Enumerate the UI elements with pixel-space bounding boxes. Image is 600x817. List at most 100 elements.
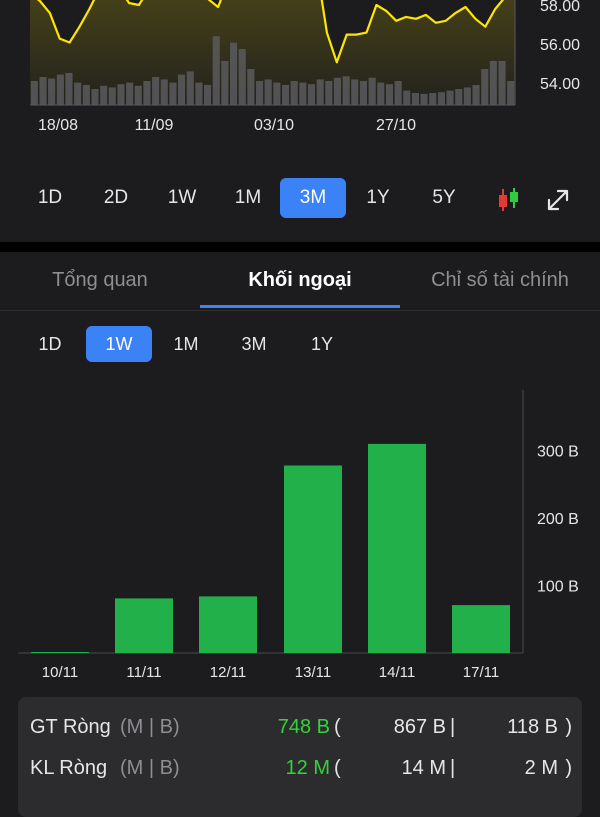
volume-bar <box>108 87 116 105</box>
net-value-paren-close: ) <box>565 716 572 738</box>
volume-bar <box>394 81 402 105</box>
volume-bar <box>446 90 454 105</box>
volume-bar <box>472 85 480 105</box>
flow-bar <box>368 443 426 653</box>
period-1d[interactable]: 1D <box>24 326 76 362</box>
volume-bar <box>134 85 142 105</box>
period-1y[interactable]: 1Y <box>296 326 348 362</box>
range-3m[interactable]: 3M <box>280 178 346 218</box>
volume-bar <box>256 81 264 105</box>
buy-value: 867 B <box>393 716 446 738</box>
volume-bar <box>342 76 350 105</box>
volume-bar <box>481 69 489 105</box>
flow-y-tick: 100 B <box>537 579 579 596</box>
tab-foreign-investors[interactable]: Khối ngoại <box>200 252 400 308</box>
volume-bar <box>463 87 471 105</box>
volume-bar <box>368 77 376 105</box>
price-x-tick: 27/10 <box>376 117 416 134</box>
net-stats-card: GT Ròng (M | B) 748 B ( 867 B | 118 B ) … <box>18 697 582 817</box>
net-value: 748 B <box>277 716 330 738</box>
net-volume-separator: | <box>450 757 456 779</box>
foreign-net-flow-chart[interactable]: 10/11 11/11 12/11 13/11 14/11 17/11 100 B 200 B… <box>0 380 600 685</box>
net-volume-paren-open: ( <box>334 757 341 779</box>
volume-bar <box>82 85 90 105</box>
volume-bar <box>420 93 428 105</box>
volume-bar <box>238 49 246 105</box>
volume-bar <box>489 61 497 105</box>
volume-bar <box>333 77 341 105</box>
volume-bar <box>437 92 445 105</box>
volume-bar <box>56 74 64 105</box>
flow-y-tick: 300 B <box>537 444 579 461</box>
range-1d[interactable]: 1D <box>24 178 76 218</box>
volume-bar <box>117 84 125 105</box>
net-value-label: GT Ròng <box>30 716 111 738</box>
flow-bar <box>115 598 173 653</box>
range-2d[interactable]: 2D <box>90 178 142 218</box>
volume-bar <box>325 81 333 105</box>
net-volume-row: KL Ròng (M | B) 12 M ( 14 M | 2 M ) <box>18 748 582 788</box>
volume-bar <box>351 79 359 105</box>
period-3m[interactable]: 3M <box>226 326 282 362</box>
flow-x-tick: 17/11 <box>463 664 499 681</box>
net-volume-label: KL Ròng <box>30 757 108 779</box>
net-value-unit: (M | B) <box>120 716 180 738</box>
flow-x-tick: 12/11 <box>210 664 246 681</box>
candlestick-icon[interactable] <box>494 186 522 214</box>
volume-bar <box>48 78 56 105</box>
range-5y[interactable]: 5Y <box>418 178 470 218</box>
net-value-separator: | <box>450 716 456 738</box>
volume-bar <box>30 81 38 105</box>
volume-bar <box>91 89 99 105</box>
expand-icon[interactable] <box>544 186 572 214</box>
flow-bar <box>452 605 510 653</box>
volume-bar <box>65 73 73 105</box>
volume-bar <box>299 82 307 105</box>
volume-bar <box>212 36 220 106</box>
range-1w[interactable]: 1W <box>156 178 208 218</box>
period-1w[interactable]: 1W <box>86 326 152 362</box>
volume-bar <box>359 81 367 105</box>
price-y-tick: 54.00 <box>540 76 580 93</box>
volume-bar <box>100 85 108 105</box>
flow-x-tick: 14/11 <box>379 664 415 681</box>
net-volume-paren-close: ) <box>565 757 572 779</box>
volume-bar <box>230 42 238 105</box>
volume-bar <box>507 81 515 105</box>
net-volume-unit: (M | B) <box>120 757 180 779</box>
flow-x-tick: 13/11 <box>295 664 331 681</box>
period-selector: 1D 1W 1M 3M 1Y <box>0 326 600 362</box>
active-tab-indicator <box>200 305 400 308</box>
volume-bar <box>282 85 290 105</box>
tab-financial-ratios[interactable]: Chỉ số tài chính <box>400 252 600 308</box>
volume-bar <box>221 61 229 105</box>
period-1m[interactable]: 1M <box>160 326 212 362</box>
tab-overview[interactable]: Tổng quan <box>0 252 200 308</box>
price-x-tick: 03/10 <box>254 117 294 134</box>
price-x-tick: 18/08 <box>38 117 78 134</box>
flow-bar <box>284 465 342 653</box>
volume-bar <box>169 82 177 105</box>
info-tabs: Tổng quan Khối ngoại Chỉ số tài chính <box>0 252 600 311</box>
volume-bar <box>429 93 437 105</box>
sell-volume: 2 M <box>524 757 558 779</box>
volume-bar <box>160 79 168 105</box>
volume-bar <box>126 82 134 105</box>
price-y-tick: 56.00 <box>540 37 580 54</box>
volume-bar <box>498 61 506 105</box>
volume-bar <box>195 82 203 105</box>
sell-value: 118 B <box>507 716 558 738</box>
price-x-tick: 11/09 <box>135 117 174 134</box>
flow-y-tick: 200 B <box>537 511 579 528</box>
price-chart[interactable]: 18/08 11/09 03/10 27/10 58.00 56.00 54.00 <box>0 0 600 140</box>
range-1m[interactable]: 1M <box>222 178 274 218</box>
range-1y[interactable]: 1Y <box>352 178 404 218</box>
volume-bar <box>74 82 82 105</box>
volume-bar <box>273 82 281 105</box>
volume-bar <box>385 84 393 105</box>
net-value-paren-open: ( <box>334 716 341 738</box>
flow-bar <box>199 596 257 653</box>
volume-bar <box>186 71 194 105</box>
volume-bar <box>403 90 411 105</box>
volume-bar <box>316 79 324 105</box>
